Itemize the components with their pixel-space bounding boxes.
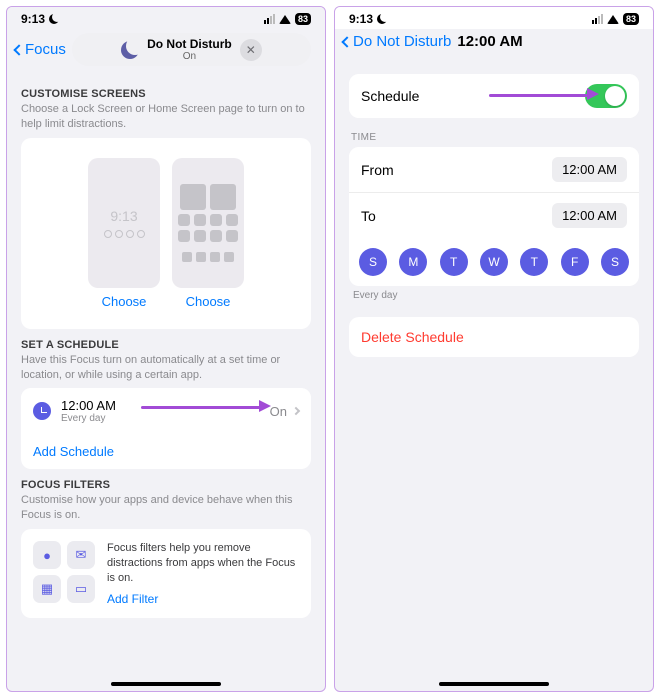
content-area: Schedule TIME From 12:00 AM To 12:00 AM … bbox=[335, 56, 653, 691]
calendar-icon: ▦ bbox=[33, 575, 61, 603]
battery-level: 83 bbox=[623, 13, 639, 25]
nav-bar: Do Not Disturb 12:00 AM bbox=[335, 29, 653, 56]
to-time-value[interactable]: 12:00 AM bbox=[552, 203, 627, 228]
messages-icon: ● bbox=[33, 541, 61, 569]
status-time: 9:13 bbox=[21, 12, 45, 26]
filters-sub: Customise how your apps and device behav… bbox=[21, 493, 311, 523]
day-sat[interactable]: S bbox=[601, 248, 629, 276]
annotation-arrow bbox=[141, 406, 261, 409]
status-bar: 9:13 83 bbox=[7, 7, 325, 29]
status-time: 9:13 bbox=[349, 12, 373, 26]
wifi-icon bbox=[279, 15, 291, 24]
screens-card: 9:13 Choose Choose bbox=[21, 138, 311, 329]
focus-moon-icon bbox=[49, 14, 59, 24]
lock-screen-preview: 9:13 bbox=[88, 158, 160, 288]
close-icon: ✕ bbox=[246, 43, 256, 57]
time-heading: TIME bbox=[351, 132, 637, 143]
choose-home-button[interactable]: Choose bbox=[172, 294, 244, 309]
nav-subtitle: On bbox=[147, 51, 232, 62]
annotation-arrow bbox=[489, 94, 589, 97]
dnd-moon-icon bbox=[121, 41, 139, 59]
wifi-icon bbox=[607, 15, 619, 24]
lock-screen-option[interactable]: 9:13 Choose bbox=[88, 158, 160, 309]
filters-desc: Focus filters help you remove distractio… bbox=[107, 541, 299, 586]
cell-signal-icon bbox=[592, 14, 603, 24]
cell-signal-icon bbox=[264, 14, 275, 24]
home-screen-option[interactable]: Choose bbox=[172, 158, 244, 309]
schedule-list: 12:00 AM Every day On Add Schedule bbox=[21, 388, 311, 469]
phone-right: 9:13 83 Do Not Disturb 12:00 AM Schedule… bbox=[334, 6, 654, 692]
lock-preview-time: 9:13 bbox=[110, 208, 137, 224]
customise-sub: Choose a Lock Screen or Home Screen page… bbox=[21, 102, 311, 132]
battery-icon: ▭ bbox=[67, 575, 95, 603]
mail-icon: ✉ bbox=[67, 541, 95, 569]
home-indicator[interactable] bbox=[439, 682, 549, 686]
chevron-left-icon bbox=[341, 36, 352, 47]
battery-level: 83 bbox=[295, 13, 311, 25]
schedule-row[interactable]: 12:00 AM Every day On bbox=[21, 388, 311, 434]
day-tue[interactable]: T bbox=[440, 248, 468, 276]
clock-icon bbox=[33, 402, 51, 420]
customise-heading: CUSTOMISE SCREENS bbox=[21, 88, 311, 100]
filter-icons: ● ✉ ▦ ▭ bbox=[33, 541, 95, 606]
content-area: CUSTOMISE SCREENS Choose a Lock Screen o… bbox=[7, 72, 325, 691]
chevron-left-icon bbox=[13, 44, 24, 55]
phone-left: 9:13 83 Focus Do Not Disturb On ✕ CUSTOM… bbox=[6, 6, 326, 692]
annotation-arrowhead bbox=[259, 400, 271, 412]
schedule-state: On bbox=[270, 404, 287, 419]
from-row[interactable]: From 12:00 AM bbox=[349, 147, 639, 192]
schedule-repeat: Every day bbox=[61, 413, 270, 424]
lock-preview-widgets bbox=[104, 230, 145, 238]
annotation-arrowhead bbox=[587, 88, 599, 100]
time-list: From 12:00 AM To 12:00 AM S M T W T F S bbox=[349, 147, 639, 286]
day-fri[interactable]: F bbox=[561, 248, 589, 276]
from-time-value[interactable]: 12:00 AM bbox=[552, 157, 627, 182]
days-row: S M T W T F S bbox=[349, 238, 639, 286]
back-button[interactable]: Do Not Disturb bbox=[343, 33, 451, 50]
day-mon[interactable]: M bbox=[399, 248, 427, 276]
delete-list: Delete Schedule bbox=[349, 317, 639, 357]
repeat-caption: Every day bbox=[349, 286, 639, 301]
nav-title: 12:00 AM bbox=[457, 33, 522, 50]
delete-schedule-button[interactable]: Delete Schedule bbox=[349, 317, 639, 357]
schedule-switch-row: Schedule bbox=[349, 74, 639, 118]
choose-lock-button[interactable]: Choose bbox=[88, 294, 160, 309]
add-schedule-button[interactable]: Add Schedule bbox=[21, 434, 311, 469]
add-filter-button[interactable]: Add Filter bbox=[107, 592, 299, 606]
back-label: Do Not Disturb bbox=[353, 33, 451, 50]
focus-moon-icon bbox=[377, 14, 387, 24]
schedule-sub: Have this Focus turn on automatically at… bbox=[21, 353, 311, 383]
from-label: From bbox=[361, 162, 552, 178]
nav-title: Do Not Disturb bbox=[147, 37, 232, 51]
nav-bar: Focus Do Not Disturb On ✕ bbox=[7, 29, 325, 72]
status-bar: 9:13 83 bbox=[335, 7, 653, 29]
to-label: To bbox=[361, 208, 552, 224]
home-indicator[interactable] bbox=[111, 682, 221, 686]
day-thu[interactable]: T bbox=[520, 248, 548, 276]
schedule-heading: SET A SCHEDULE bbox=[21, 339, 311, 351]
focus-title-pill: Do Not Disturb On ✕ bbox=[72, 33, 311, 66]
day-sun[interactable]: S bbox=[359, 248, 387, 276]
filters-card: ● ✉ ▦ ▭ Focus filters help you remove di… bbox=[21, 529, 311, 618]
chevron-right-icon bbox=[292, 407, 300, 415]
filters-heading: FOCUS FILTERS bbox=[21, 479, 311, 491]
to-row[interactable]: To 12:00 AM bbox=[349, 192, 639, 238]
day-wed[interactable]: W bbox=[480, 248, 508, 276]
close-button[interactable]: ✕ bbox=[240, 39, 262, 61]
back-button[interactable]: Focus bbox=[15, 41, 66, 58]
back-label: Focus bbox=[25, 41, 66, 58]
home-screen-preview bbox=[172, 158, 244, 288]
schedule-toggle-row: Schedule bbox=[349, 74, 639, 118]
